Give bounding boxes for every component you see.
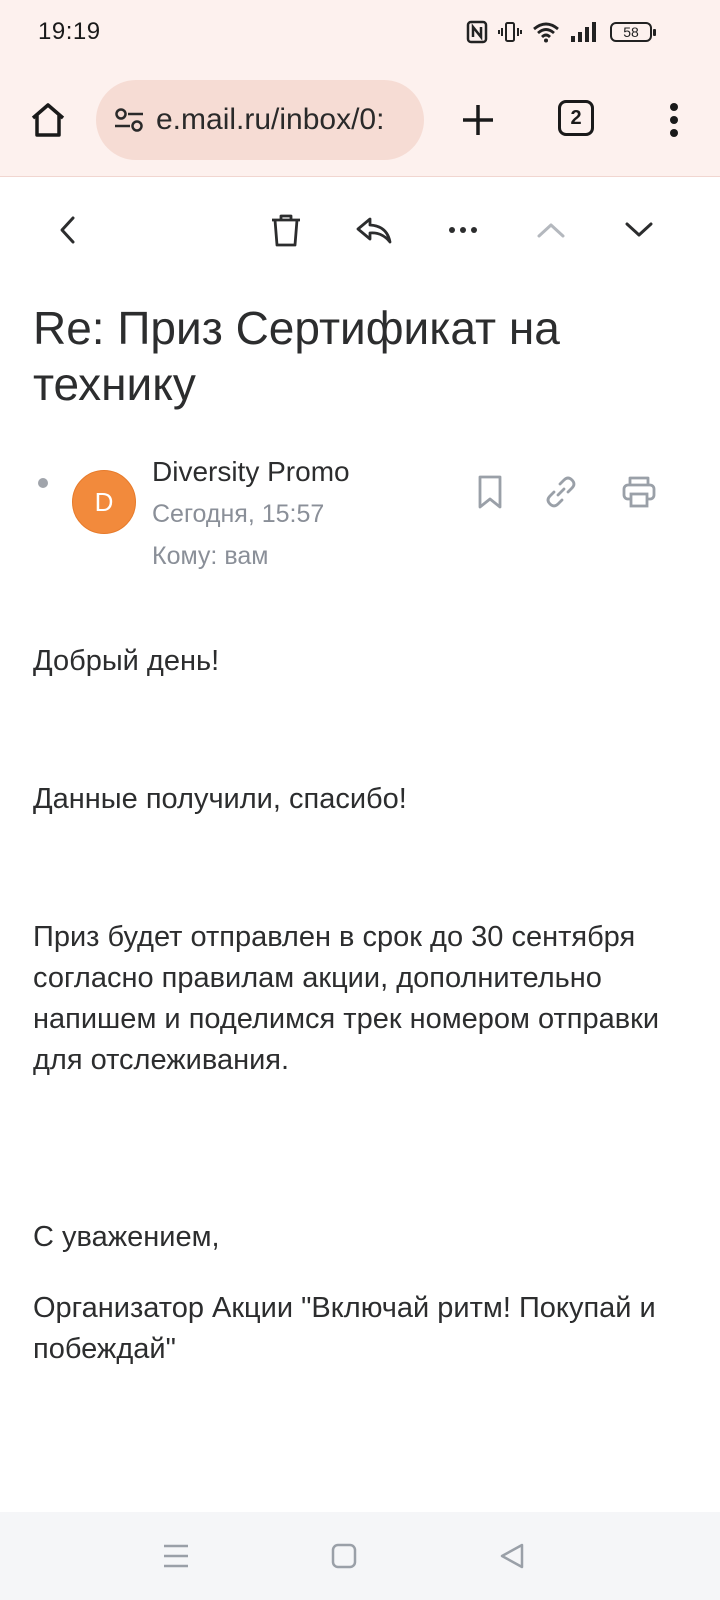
previous-email-button[interactable] (527, 206, 575, 254)
chevron-up-icon (537, 223, 565, 238)
wifi-icon (532, 21, 560, 43)
trash-icon (272, 214, 300, 247)
bookmark-icon (478, 475, 502, 509)
new-tab-button[interactable] (454, 96, 502, 144)
vibrate-icon (498, 20, 522, 44)
plus-icon (463, 105, 493, 135)
email-body-greeting: Добрый день! (33, 645, 220, 677)
print-icon (622, 476, 656, 508)
delete-button[interactable] (262, 206, 310, 254)
chevron-down-icon (625, 222, 653, 237)
more-actions-button[interactable] (439, 206, 487, 254)
back-chevron-icon (60, 216, 75, 244)
system-back-button[interactable] (488, 1532, 536, 1580)
signal-icon (570, 21, 600, 43)
recents-icon (164, 1544, 188, 1568)
browser-menu-button[interactable] (654, 96, 694, 144)
status-icons: 58 (466, 18, 656, 46)
link-icon (546, 476, 576, 508)
battery-icon: 58 (610, 22, 656, 42)
address-bar[interactable]: e.mail.ru/inbox/0: (96, 80, 424, 160)
reply-all-button[interactable] (350, 206, 398, 254)
email-body-paragraph: Приз будет отправлен в срок до 30 сентяб… (33, 921, 660, 1076)
nfc-icon (466, 20, 488, 44)
avatar[interactable]: D (72, 470, 136, 534)
unread-indicator[interactable] (38, 478, 48, 488)
more-horizontal-icon (449, 227, 477, 233)
site-settings-icon[interactable] (112, 103, 146, 137)
email-subject: Re: Приз Сертификат на технику (33, 302, 560, 410)
mail-toolbar (0, 190, 720, 270)
email-body-signature: Организатор Акции "Включай ритм! Покупай… (33, 1292, 656, 1365)
home-icon (31, 103, 65, 137)
next-email-button[interactable] (615, 206, 663, 254)
more-vertical-icon (670, 103, 678, 137)
sender-name[interactable]: Diversity Promo (152, 456, 350, 488)
system-navigation-bar (0, 1512, 720, 1600)
email-date: Сегодня, 15:57 (152, 500, 325, 528)
home-button[interactable] (24, 96, 72, 144)
url-text[interactable]: e.mail.ru/inbox/0: (156, 103, 384, 137)
browser-chrome: 19:19 58 e.mail.ru/inbox/0: 2 (0, 0, 720, 177)
copy-link-button[interactable] (537, 468, 585, 516)
print-button[interactable] (615, 468, 663, 516)
email-recipient[interactable]: Кому: вам (152, 542, 268, 571)
back-button[interactable] (44, 206, 92, 254)
status-time: 19:19 (38, 18, 101, 45)
email-body-paragraph: Данные получили, спасибо! (33, 783, 407, 815)
home-square-icon (331, 1543, 357, 1569)
back-triangle-icon (500, 1543, 524, 1569)
system-home-button[interactable] (320, 1532, 368, 1580)
email-body-closing: С уважением, (33, 1221, 220, 1253)
recents-button[interactable] (152, 1532, 200, 1580)
reply-all-icon (356, 217, 392, 244)
tab-switcher-button[interactable]: 2 (558, 100, 594, 136)
bookmark-button[interactable] (466, 468, 514, 516)
